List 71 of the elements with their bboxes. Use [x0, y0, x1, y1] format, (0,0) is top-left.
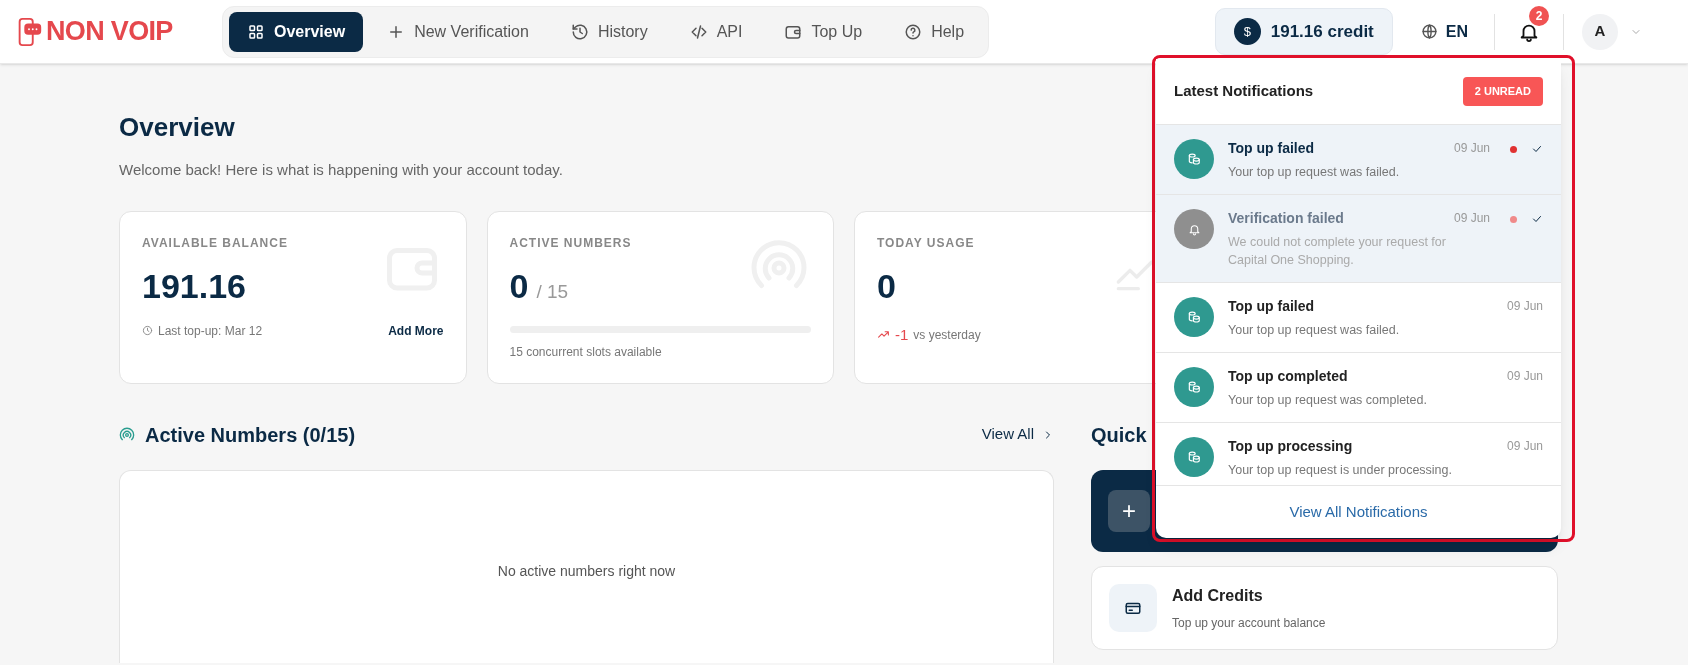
dollar-icon: $ — [1233, 18, 1261, 45]
action-subtitle: Top up your account balance — [1172, 614, 1326, 632]
notification-date: 09 Jun — [1506, 368, 1543, 385]
view-all-link[interactable]: View All — [981, 423, 1054, 446]
notification-title: Top up failed — [1228, 296, 1316, 316]
notification-message: Your top up request was completed. — [1228, 392, 1428, 409]
section-title: Quick — [1091, 422, 1147, 448]
nav-tab[interactable]: Overview — [229, 11, 364, 52]
nav-tab[interactable]: History — [552, 11, 666, 52]
check-icon — [1531, 213, 1543, 225]
coins-icon — [1187, 380, 1201, 394]
notification-date: 09 Jun — [1453, 210, 1490, 227]
notification-title: Top up processing — [1228, 436, 1354, 456]
coins-icon — [1187, 450, 1201, 464]
nav-tab[interactable]: New Verification — [369, 11, 547, 52]
notification-message: Your top up request was failed. — [1228, 322, 1401, 339]
notification-count: 2 — [1529, 5, 1549, 26]
notification-message: Your top up request was failed. — [1228, 164, 1401, 181]
coins-icon — [1187, 310, 1201, 324]
code-icon — [689, 22, 708, 41]
action-title: Add Credits — [1172, 585, 1264, 606]
section-title: Active Numbers (0/15) — [145, 422, 356, 448]
notification-title: Verification failed — [1228, 208, 1345, 228]
nav-tab[interactable]: Help — [886, 11, 983, 52]
view-all-notifications-link[interactable]: View All Notifications — [1289, 500, 1428, 524]
notification-item[interactable]: Verification failed 09 Jun We could not complete your request for Capital One Shopping. — [1156, 195, 1561, 283]
notification-title: Top up completed — [1228, 366, 1349, 386]
stat-total: / 15 — [536, 279, 569, 304]
stat-label: TODAY USAGE — [877, 234, 976, 252]
stat-value: 0 — [877, 265, 896, 307]
notification-item[interactable]: Top up failed 09 Jun Your top up request was failed. — [1156, 283, 1561, 353]
bell-icon — [1187, 222, 1201, 236]
coins-icon — [1187, 152, 1201, 166]
notification-item[interactable]: Top up processing 09 Jun Your top up request is under processing. — [1156, 423, 1561, 485]
add-button[interactable]: + — [1108, 489, 1150, 532]
trend-value: -1 — [895, 324, 909, 345]
language-button[interactable]: EN — [1420, 19, 1468, 44]
notification-item[interactable]: Top up failed 09 Jun Your top up request was failed. — [1156, 125, 1561, 195]
unread-badge: 2 UNREAD — [1462, 77, 1543, 106]
nav-tab[interactable]: Top Up — [766, 11, 881, 52]
stat-label: ACTIVE NUMBERS — [509, 234, 633, 252]
notification-item[interactable]: Top up completed 09 Jun Your top up request was completed. — [1156, 353, 1561, 423]
trend-caption: vs yesterday — [913, 326, 981, 344]
slots-caption: 15 concurrent slots available — [509, 343, 663, 361]
empty-message: No active numbers right now — [497, 561, 676, 579]
help-icon — [904, 22, 923, 41]
notification-date: 09 Jun — [1506, 438, 1543, 455]
logo-text: NON VOIP — [46, 18, 173, 45]
nav-tab[interactable]: API — [671, 11, 761, 52]
quick-action-card[interactable]: Add Credits Top up your account balance — [1091, 565, 1558, 650]
notification-date: 09 Jun — [1453, 140, 1490, 157]
stat-value: 191.16 — [142, 265, 246, 307]
page-subtitle: Welcome back! Here is what is happening with your account today. — [119, 160, 563, 180]
grid-icon — [247, 22, 265, 41]
stat-label: AVAILABLE BALANCE — [142, 234, 289, 252]
page-title: Overview — [119, 111, 236, 144]
panel-title: Latest Notifications — [1174, 81, 1314, 102]
credit-button[interactable]: $ 191.16 credit — [1214, 8, 1393, 55]
check-icon — [1531, 143, 1543, 155]
stat-value: 0 — [509, 265, 529, 307]
globe-icon — [1420, 23, 1438, 40]
notification-message: We could not complete your request for Capital One Shopping. — [1228, 234, 1447, 269]
clock-icon — [142, 325, 153, 336]
last-topup-text: Last top-up: Mar 12 — [158, 322, 263, 340]
history-icon — [570, 22, 589, 41]
notification-message: Your top up request is under processing. — [1228, 462, 1453, 479]
add-more-link[interactable]: Add More — [388, 321, 444, 340]
notification-title: Top up failed — [1228, 138, 1316, 158]
notification-date: 09 Jun — [1506, 298, 1543, 315]
avatar-button[interactable]: A — [1582, 13, 1618, 50]
signal-icon — [119, 426, 135, 443]
